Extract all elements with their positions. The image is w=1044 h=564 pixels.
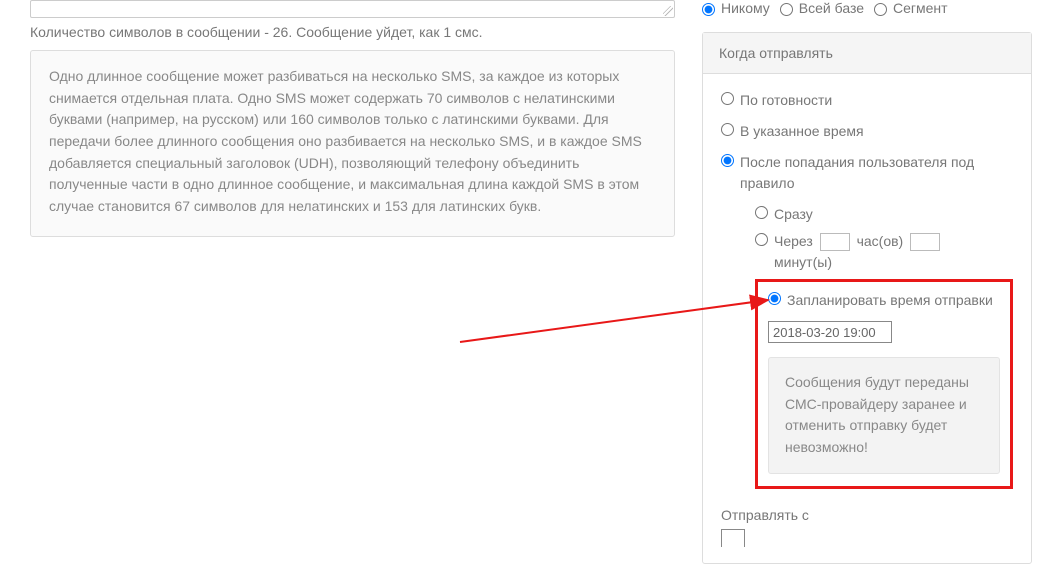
audience-none-radio[interactable] [702,3,715,16]
delay-text-3: минут(ы) [774,254,832,270]
schedule-highlight: Запланировать время отправки Сообщения б… [755,279,1013,489]
audience-all-radio[interactable] [780,3,793,16]
message-textarea[interactable] [30,0,675,18]
when-panel: Когда отправлять По готовности В указанн… [702,32,1032,564]
after-rule-subgroup: Сразу Через час(ов) минут(ы) [755,204,1013,489]
sms-info-box: Одно длинное сообщение может разбиваться… [30,50,675,237]
when-after-rule-label: После попадания пользователя под правило [740,152,1013,194]
when-at-time-radio[interactable] [721,123,734,136]
audience-segment-label: Сегмент [893,0,948,16]
delay-minutes-input[interactable] [910,233,940,251]
sub-after-delay[interactable]: Через час(ов) минут(ы) [755,231,1013,273]
delay-hours-input[interactable] [820,233,850,251]
audience-segment-radio[interactable] [874,3,887,16]
delay-text-2: час(ов) [857,233,904,249]
sub-immediately-label: Сразу [774,204,813,225]
send-from-label: Отправлять с [721,507,1013,523]
sub-immediately-radio[interactable] [755,206,768,219]
when-after-rule-radio[interactable] [721,154,734,167]
sub-immediately[interactable]: Сразу [755,204,1013,225]
when-at-time-label: В указанное время [740,121,864,142]
when-after-rule[interactable]: После попадания пользователя под правило [721,152,1013,194]
sub-schedule-radio[interactable] [768,292,781,305]
resize-handle-icon[interactable] [663,6,673,16]
schedule-datetime-input[interactable] [768,321,892,343]
audience-none[interactable]: Никому [702,0,770,16]
sub-schedule-label: Запланировать время отправки [787,290,993,311]
sub-after-delay-label: Через час(ов) минут(ы) [774,231,943,273]
char-count-text: Количество символов в сообщении - 26. Со… [30,24,675,40]
audience-all[interactable]: Всей базе [780,0,864,16]
when-ready[interactable]: По готовности [721,90,1013,111]
when-ready-radio[interactable] [721,92,734,105]
when-panel-header: Когда отправлять [703,33,1031,74]
when-at-time[interactable]: В указанное время [721,121,1013,142]
audience-none-label: Никому [721,0,770,16]
audience-all-label: Всей базе [799,0,864,16]
sub-schedule[interactable]: Запланировать время отправки [768,290,1000,311]
audience-segment[interactable]: Сегмент [874,0,948,16]
when-ready-label: По готовности [740,90,832,111]
sub-after-delay-radio[interactable] [755,233,768,246]
delay-text-1: Через [774,233,813,249]
audience-row: Никому Всей базе Сегмент [702,0,1032,16]
send-from-input[interactable] [721,529,745,547]
schedule-warning: Сообщения будут переданы СМС-провайдеру … [768,357,1000,474]
